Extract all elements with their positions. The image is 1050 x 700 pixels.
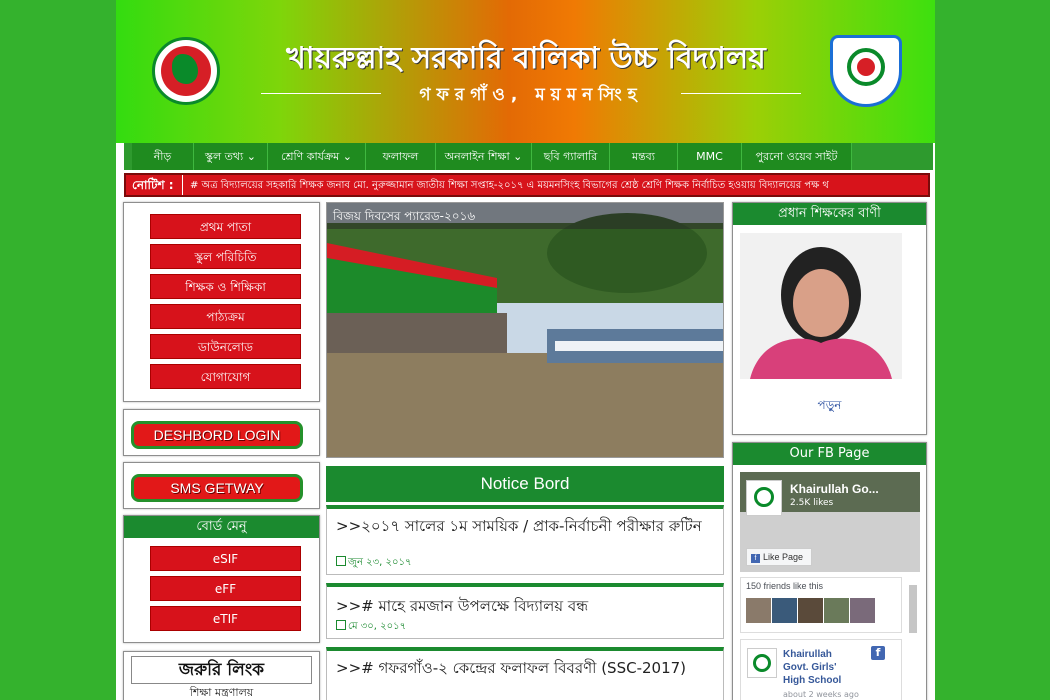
notice-item-3[interactable]: >># গফরগাঁও-২ কেন্দ্রের ফলাফল বিবরণী (SS… — [326, 647, 724, 700]
page: খায়রুল্লাহ সরকারি বালিকা উচ্চ বিদ্যালয়… — [116, 0, 935, 700]
board-menu: বোর্ড মেনু eSIF eFF eTIF — [123, 515, 320, 643]
fb-post-author-line1: Khairullah — [783, 649, 832, 660]
nav-item-home[interactable]: নীড় — [132, 143, 194, 170]
important-links: জরুরি লিংক শিক্ষা মন্ত্রণালয় — [123, 651, 320, 700]
nav-item-school-info[interactable]: স্কুল তথ্য ⌄ — [194, 143, 268, 170]
fb-page-likes: 2.5K likes — [790, 498, 834, 508]
notice-ticker-text[interactable]: # অত্র বিদ্যালয়ের সহকারি শিক্ষক জনাব মো… — [190, 178, 928, 195]
photo-ground — [327, 353, 723, 457]
site-header: খায়রুল্লাহ সরকারি বালিকা উচ্চ বিদ্যালয়… — [116, 0, 935, 143]
sidebar-item-curriculum[interactable]: পাঠ্যক্রম — [150, 304, 301, 329]
fb-friends-text: 150 friends like this — [746, 581, 824, 591]
notice-item-2-date: মে ৩০, ২০১৭ — [336, 619, 406, 636]
read-more-link[interactable]: পড়ুন — [733, 397, 926, 417]
fb-post-avatar — [747, 648, 777, 678]
calendar-icon — [336, 556, 346, 566]
important-link-ministry[interactable]: শিক্ষা মন্ত্রণালয় — [131, 684, 312, 700]
fb-logo-icon: f — [751, 554, 760, 563]
fb-page-name[interactable]: Khairullah Go... — [790, 482, 879, 496]
sms-gateway-button[interactable]: SMS GETWAY — [131, 474, 303, 502]
fb-like-label: Like Page — [763, 552, 804, 562]
site-subtitle-row: গফরগাঁও, ময়মনসিংহ — [261, 82, 801, 106]
site-title: খায়রুল্লাহ সরকারি বালিকা উচ্চ বিদ্যালয় — [286, 41, 766, 76]
friend-avatar[interactable] — [746, 598, 771, 623]
main-nav: নীড় স্কুল তথ্য ⌄ শ্রেণি কার্যক্রম ⌄ ফলা… — [124, 143, 933, 170]
notice-item-1[interactable]: >>২০১৭ সালের ১ম সাময়িক / প্রাক-নির্বাচন… — [326, 505, 724, 575]
board-menu-title: বোর্ড মেনু — [124, 516, 319, 538]
subtitle-divider-right — [681, 93, 801, 94]
board-link-etif[interactable]: eTIF — [150, 606, 301, 631]
notice-item-2-title[interactable]: >># মাহে রমজান উপলক্ষে বিদ্যালয় বন্ধ — [336, 597, 716, 615]
sidebar-item-contact[interactable]: যোগাযোগ — [150, 364, 301, 389]
fb-friends-box: 150 friends like this — [740, 577, 902, 633]
board-link-esif[interactable]: eSIF — [150, 546, 301, 571]
fb-cover[interactable]: Khairullah Go... 2.5K likes f Like Page — [740, 472, 920, 572]
fb-friend-avatars — [746, 598, 896, 624]
nav-item-online-education[interactable]: অনলাইন শিক্ষা ⌄ — [436, 143, 532, 170]
notice-item-2-date-text: মে ৩০, ২০১৭ — [348, 621, 407, 632]
photo-slider[interactable]: বিজয় দিবসের প্যারেড-২০১৬ — [326, 202, 724, 458]
sidebar-item-school-intro[interactable]: স্কুল পরিচিতি — [150, 244, 301, 269]
head-teacher-face — [793, 269, 849, 337]
important-links-title: জরুরি লিংক — [131, 656, 312, 684]
notice-item-2[interactable]: >># মাহে রমজান উপলক্ষে বিদ্যালয় বন্ধ মে… — [326, 583, 724, 639]
head-teacher-box: প্রধান শিক্ষকের বাণী পড়ুন — [732, 202, 927, 435]
nav-item-results[interactable]: ফলাফল — [366, 143, 436, 170]
school-logo — [830, 35, 902, 107]
notice-board-title: Notice Bord — [326, 466, 724, 502]
photo-marchers-white — [555, 341, 723, 351]
fb-post-avatar-logo — [753, 654, 771, 672]
nav-item-gallery[interactable]: ছবি গ্যালারি — [532, 143, 610, 170]
fb-avatar-logo — [754, 487, 774, 507]
friend-avatar[interactable] — [772, 598, 797, 623]
fb-like-button[interactable]: f Like Page — [746, 548, 812, 566]
sidebar-item-teachers[interactable]: শিক্ষক ও শিক্ষিকা — [150, 274, 301, 299]
friend-avatar[interactable] — [824, 598, 849, 623]
notice-ticker: নোটিশ : # অত্র বিদ্যালয়ের সহকারি শিক্ষক… — [124, 173, 930, 197]
fb-post-author-line2: Govt. Girls' — [783, 662, 837, 673]
head-teacher-photo — [740, 233, 902, 379]
notice-divider — [182, 175, 183, 195]
fb-post-author-line3: High School — [783, 675, 842, 686]
notice-label: নোটিশ : — [132, 178, 174, 192]
notice-item-1-date: জুন ২৩, ২০১৭ — [336, 555, 411, 572]
dashboard-box: DESHBORD LOGIN — [123, 409, 320, 456]
fb-title: Our FB Page — [733, 443, 926, 465]
fb-box: Our FB Page Khairullah Go... 2.5K likes … — [732, 442, 927, 700]
facebook-icon: f — [871, 646, 885, 660]
sidebar-item-home[interactable]: প্রথম পাতা — [150, 214, 301, 239]
sidebar-item-download[interactable]: ডাউনলোড — [150, 334, 301, 359]
nav-item-old-website[interactable]: পুরনো ওয়েব সাইট — [742, 143, 852, 170]
fb-scrollbar[interactable] — [909, 585, 917, 633]
sidebar-menu: প্রথম পাতা স্কুল পরিচিতি শিক্ষক ও শিক্ষি… — [123, 202, 320, 402]
calendar-icon — [336, 620, 346, 630]
head-teacher-title: প্রধান শিক্ষকের বাণী — [733, 203, 926, 225]
notice-item-1-date-text: জুন ২৩, ২০১৭ — [348, 557, 412, 568]
notice-item-3-title[interactable]: >># গফরগাঁও-২ কেন্দ্রের ফলাফল বিবরণী (SS… — [336, 659, 716, 677]
nav-item-comments[interactable]: মন্তব্য — [610, 143, 678, 170]
sms-box: SMS GETWAY — [123, 462, 320, 509]
govt-logo — [152, 37, 220, 105]
slider-caption: বিজয় দিবসের প্যারেড-২০১৬ — [327, 203, 723, 229]
site-subtitle: গফরগাঁও, ময়মনসিংহ — [419, 85, 643, 105]
board-link-eff[interactable]: eFF — [150, 576, 301, 601]
friend-avatar[interactable] — [850, 598, 875, 623]
nav-item-mmc[interactable]: MMC — [678, 143, 742, 170]
notice-item-1-title[interactable]: >>২০১৭ সালের ১ম সাময়িক / প্রাক-নির্বাচন… — [336, 517, 716, 535]
fb-page-avatar — [746, 480, 782, 516]
fb-post[interactable]: Khairullah Govt. Girls' High School abou… — [740, 639, 902, 700]
fb-post-author[interactable]: Khairullah Govt. Girls' High School — [783, 648, 841, 687]
dashboard-login-button[interactable]: DESHBORD LOGIN — [131, 421, 303, 449]
nav-item-class-activity[interactable]: শ্রেণি কার্যক্রম ⌄ — [268, 143, 366, 170]
parade-photo — [327, 203, 723, 457]
school-logo-center — [857, 58, 875, 76]
fb-post-time: about 2 weeks ago — [783, 690, 859, 699]
friend-avatar[interactable] — [798, 598, 823, 623]
